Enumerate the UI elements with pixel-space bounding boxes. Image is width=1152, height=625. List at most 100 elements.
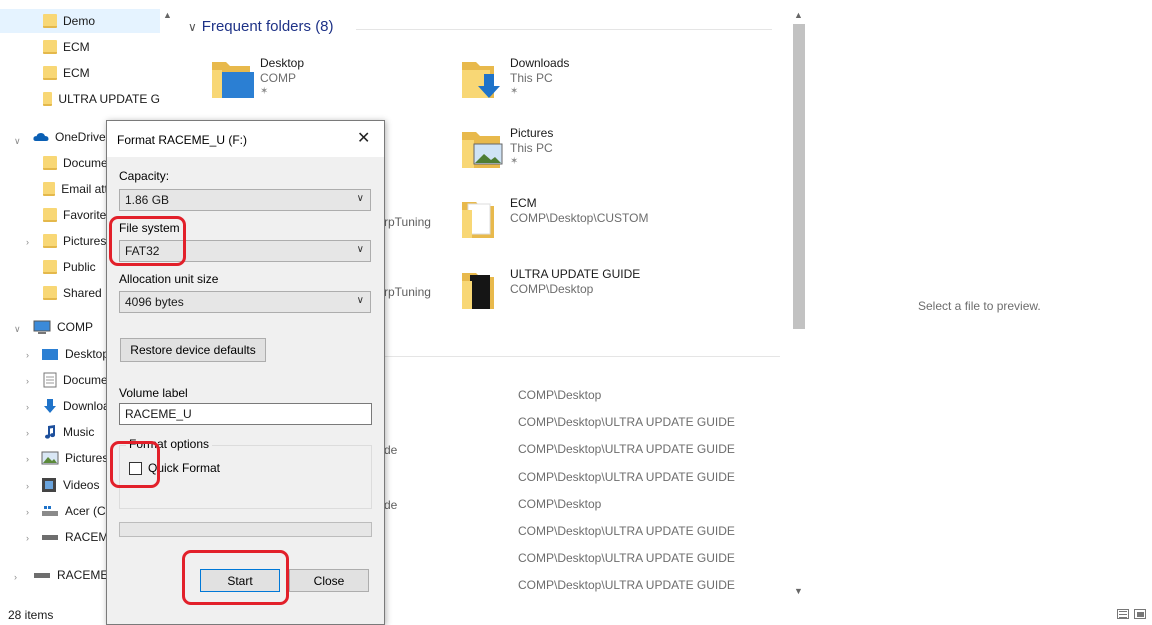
nav-item-label: Public <box>63 260 96 274</box>
downloads-folder-icon <box>462 62 500 98</box>
recent-file-path: COMP\Desktop <box>518 388 602 402</box>
covered-folder-location: rpTuning <box>384 215 431 229</box>
allocation-select[interactable]: 4096 bytes ∨ <box>119 291 371 313</box>
folder-icon <box>43 234 57 248</box>
nav-item-label: ECM <box>63 66 90 80</box>
music-note-icon <box>45 425 56 439</box>
chevron-down-icon: ∨ <box>188 19 197 34</box>
nav-item-label: Music <box>63 425 95 439</box>
filesystem-select[interactable]: FAT32 ∨ <box>119 240 371 262</box>
quick-format-label[interactable]: Quick Format <box>148 461 220 475</box>
chevron-down-icon: ∨ <box>356 193 364 204</box>
desktop-icon <box>42 349 58 360</box>
nav-item-ultra-update-guide[interactable]: ULTRA UPDATE G <box>0 87 160 111</box>
folder-name: ULTRA UPDATE GUIDE <box>510 267 641 281</box>
volume-label-input[interactable]: RACEME_U <box>119 403 372 425</box>
recent-file-path: COMP\Desktop\ULTRA UPDATE GUIDE <box>518 442 735 456</box>
folder-icon <box>43 182 56 196</box>
chevron-down-icon: ∨ <box>356 295 364 306</box>
nav-item-label: COMP <box>57 320 93 334</box>
format-options-label: Format options <box>126 437 213 451</box>
scroll-up-icon[interactable]: ▲ <box>794 10 803 20</box>
allocation-label: Allocation unit size <box>119 272 219 286</box>
large-icons-view-icon[interactable] <box>1134 609 1146 619</box>
frequent-folder-ultra-update-guide[interactable]: ULTRA UPDATE GUIDE COMP\Desktop <box>460 267 720 317</box>
document-icon <box>43 372 57 388</box>
windows-drive-icon <box>42 506 58 516</box>
nav-item-label: Favorites <box>63 208 113 222</box>
allocation-value: 4096 bytes <box>125 295 184 309</box>
covered-file-name: de <box>384 498 398 512</box>
folder-location: COMP\Desktop <box>510 282 594 296</box>
recent-file-path: COMP\Desktop\ULTRA UPDATE GUIDE <box>518 578 735 592</box>
format-dialog: Format RACEME_U (F:) ✕ Capacity: 1.86 GB… <box>106 120 385 625</box>
recent-file-path: COMP\Desktop <box>518 497 602 511</box>
onedrive-cloud-icon <box>33 133 49 141</box>
frequent-folder-pictures[interactable]: Pictures This PC ✶ <box>460 126 690 176</box>
folder-name: Downloads <box>510 56 570 70</box>
ultra-update-folder-icon <box>462 273 494 309</box>
frequent-folder-ecm[interactable]: ECM COMP\Desktop\CUSTOM <box>460 196 720 246</box>
ecm-folder-icon <box>462 202 494 238</box>
download-arrow-icon <box>44 399 56 413</box>
nav-item-demo[interactable]: Demo <box>0 9 160 33</box>
folder-name: ECM <box>510 196 537 210</box>
volume-label-caption: Volume label <box>119 386 188 400</box>
scrollbar-thumb[interactable] <box>793 24 805 329</box>
folder-icon <box>43 92 53 106</box>
folder-icon <box>43 208 57 222</box>
format-progress-bar <box>119 522 372 537</box>
frequent-folders-title: Frequent folders (8) <box>201 18 334 35</box>
nav-item-ecm[interactable]: ECM <box>0 35 160 59</box>
pictures-folder-icon <box>462 132 503 168</box>
recent-file-path: COMP\Desktop\ULTRA UPDATE GUIDE <box>518 470 735 484</box>
restore-defaults-button[interactable]: Restore device defaults <box>120 338 266 362</box>
recent-file-path: COMP\Desktop\ULTRA UPDATE GUIDE <box>518 551 735 565</box>
folder-icon <box>43 66 57 80</box>
covered-folder-location: rpTuning <box>384 285 431 299</box>
folder-location: COMP <box>260 71 296 85</box>
desktop-folder-icon <box>212 62 254 98</box>
frequent-folder-desktop[interactable]: Desktop COMP ✶ <box>210 56 440 106</box>
pin-icon: ✶ <box>510 156 519 167</box>
pictures-icon <box>41 451 59 465</box>
folder-icon <box>43 260 57 274</box>
filesystem-value: FAT32 <box>125 244 160 258</box>
folder-icon <box>43 156 57 170</box>
format-options-group: Format options Quick Format <box>119 437 372 509</box>
nav-item-label: ECM <box>63 40 90 54</box>
pin-icon: ✶ <box>510 86 519 97</box>
nav-item-label: OneDrive <box>55 130 106 144</box>
start-button[interactable]: Start <box>200 569 280 592</box>
nav-item-label: Pictures <box>65 451 109 465</box>
usb-drive-icon <box>42 535 58 540</box>
nav-scroll-up-icon[interactable]: ▲ <box>163 10 172 20</box>
computer-icon <box>33 320 51 334</box>
volume-label-value: RACEME_U <box>125 407 192 421</box>
covered-file-name: de <box>384 443 398 457</box>
close-button[interactable]: Close <box>289 569 369 592</box>
frequent-folders-header[interactable]: ∨ Frequent folders (8) <box>188 18 334 35</box>
folder-location: This PC <box>510 141 553 155</box>
content-scrollbar[interactable]: ▲ ▼ <box>790 0 808 604</box>
recent-file-path: COMP\Desktop\ULTRA UPDATE GUIDE <box>518 415 735 429</box>
preview-placeholder: Select a file to preview. <box>918 299 1041 313</box>
nav-item-label: Pictures <box>63 234 107 248</box>
close-icon[interactable]: ✕ <box>357 128 370 148</box>
nav-item-label: Videos <box>63 478 100 492</box>
nav-item-ecm-2[interactable]: ECM <box>0 61 160 85</box>
filesystem-label: File system <box>119 221 180 235</box>
scroll-down-icon[interactable]: ▼ <box>794 586 803 596</box>
nav-item-label: Demo <box>63 14 96 28</box>
details-view-icon[interactable] <box>1117 609 1129 619</box>
frequent-folder-downloads[interactable]: Downloads This PC ✶ <box>460 56 690 106</box>
dialog-title: Format RACEME_U (F:) <box>117 133 248 147</box>
chevron-down-icon: ∨ <box>356 244 364 255</box>
folder-location: COMP\Desktop\CUSTOM <box>510 211 649 225</box>
video-film-icon <box>42 478 56 492</box>
folder-name: Desktop <box>260 56 305 70</box>
nav-item-label: Shared <box>63 286 102 300</box>
capacity-select[interactable]: 1.86 GB ∨ <box>119 189 371 211</box>
quick-format-checkbox[interactable] <box>129 462 142 475</box>
dialog-titlebar[interactable]: Format RACEME_U (F:) ✕ <box>107 121 384 157</box>
